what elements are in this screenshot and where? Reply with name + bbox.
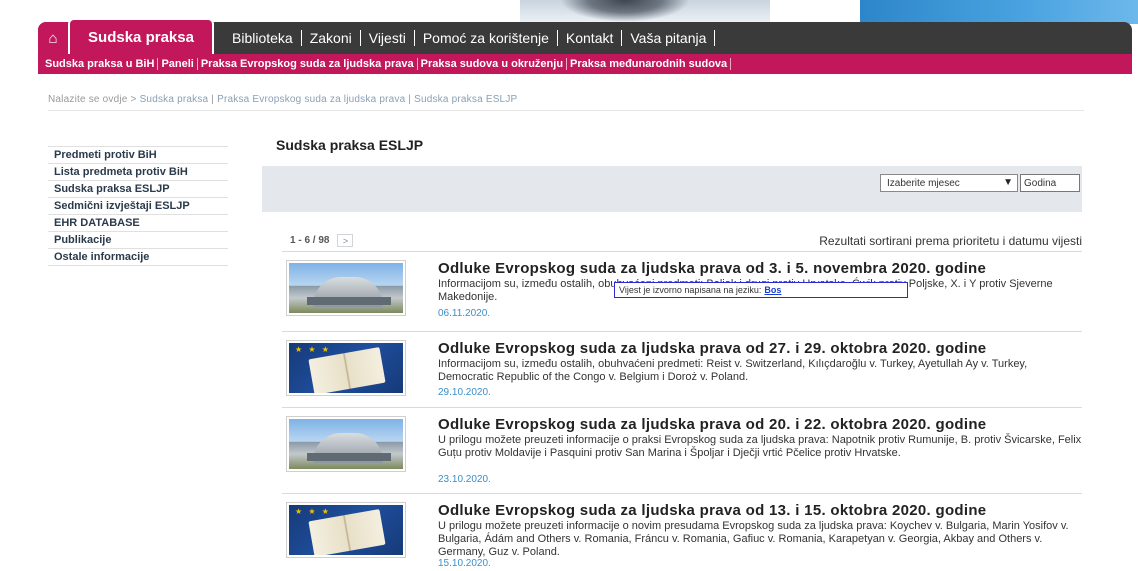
news-date[interactable]: 29.10.2020.: [438, 387, 491, 398]
court-building-image: [289, 419, 403, 469]
news-body: Informacijom su, između ostalih, obuhvać…: [438, 358, 1028, 383]
home-icon[interactable]: ⌂: [38, 22, 68, 54]
sidebar-item-sedmicni-izvjestaji[interactable]: Sedmični izvještaji ESLJP: [48, 198, 228, 215]
pager-range: 1 - 6 / 98: [290, 235, 330, 246]
news-thumbnail[interactable]: [286, 340, 406, 396]
sidebar: Predmeti protiv BiH Lista predmeta proti…: [48, 146, 228, 266]
month-select-label: Izaberite mjesec: [887, 177, 960, 189]
news-body: U prilogu možete preuzeti informacije o …: [438, 520, 1069, 558]
breadcrumb-separator: |: [405, 94, 415, 105]
main-nav: ⌂ Sudska praksa Biblioteka Zakoni Vijest…: [38, 18, 1132, 54]
open-book-image: [289, 505, 403, 555]
breadcrumb-link-praksa-evropskog-suda[interactable]: Praksa Evropskog suda za ljudska prava: [217, 94, 405, 105]
breadcrumb: Nalazite se ovdje > Sudska praksa | Prak…: [48, 94, 517, 105]
chevron-down-icon: ▼: [1003, 177, 1013, 188]
pager: 1 - 6 / 98 >: [290, 234, 354, 247]
sidebar-item-ostale-informacije[interactable]: Ostale informacije: [48, 249, 228, 266]
year-input[interactable]: Godina: [1020, 174, 1080, 192]
sidebar-item-sudska-praksa-esljp[interactable]: Sudska praksa ESLJP: [48, 181, 228, 198]
news-title[interactable]: Odluke Evropskog suda za ljudska prava o…: [438, 502, 986, 519]
month-select[interactable]: Izaberite mjesec ▼: [880, 174, 1018, 192]
news-title[interactable]: Odluke Evropskog suda za ljudska prava o…: [438, 260, 986, 277]
news-item: Odluke Evropskog suda za ljudska prava o…: [282, 408, 1082, 494]
breadcrumb-separator: |: [208, 94, 218, 105]
news-thumbnail[interactable]: [286, 502, 406, 558]
subnav-item-praksa-medjunarodnih-sudova[interactable]: Praksa međunarodnih sudova: [567, 58, 732, 70]
subnav-item-sudska-praksa-bih[interactable]: Sudska praksa u BiH: [42, 58, 159, 70]
breadcrumb-prefix: Nalazite se ovdje >: [48, 94, 140, 105]
tooltip-language-link[interactable]: Bos: [764, 285, 781, 295]
news-title[interactable]: Odluke Evropskog suda za ljudska prava o…: [438, 416, 986, 433]
court-building-image: [289, 263, 403, 313]
news-item: Odluke Evropskog suda za ljudska prava o…: [282, 332, 1082, 408]
subnav-item-praksa-evropskog-suda[interactable]: Praksa Evropskog suda za ljudska prava: [198, 58, 418, 70]
subnav-item-praksa-sudova-okruzenje[interactable]: Praksa sudova u okruženju: [418, 58, 568, 70]
news-thumbnail[interactable]: [286, 416, 406, 472]
language-tooltip: Vijest je izvorno napisana na jeziku: Bo…: [614, 282, 908, 298]
banner-gradient: [860, 0, 1138, 24]
pager-next-button[interactable]: >: [337, 234, 354, 247]
news-thumbnail[interactable]: [286, 260, 406, 316]
breadcrumb-link-sudska-praksa[interactable]: Sudska praksa: [140, 94, 209, 105]
sidebar-item-ehr-database[interactable]: EHR DATABASE: [48, 215, 228, 232]
news-date[interactable]: 23.10.2020.: [438, 474, 491, 485]
news-date[interactable]: 15.10.2020.: [438, 558, 491, 569]
sidebar-item-lista-predmeta[interactable]: Lista predmeta protiv BiH: [48, 164, 228, 181]
sort-note: Rezultati sortirani prema prioritetu i d…: [819, 234, 1082, 248]
tab-sudska-praksa[interactable]: Sudska praksa: [68, 18, 214, 54]
nav-item-pomoc[interactable]: Pomoć za korištenje: [415, 30, 558, 46]
news-item: Odluke Evropskog suda za ljudska prava o…: [282, 494, 1082, 571]
sub-nav: Sudska praksa u BiH Paneli Praksa Evrops…: [38, 54, 1132, 74]
news-date[interactable]: 06.11.2020.: [438, 308, 490, 319]
breadcrumb-link-sudska-praksa-esljp[interactable]: Sudska praksa ESLJP: [414, 94, 517, 105]
banner-image: [520, 0, 770, 24]
news-title[interactable]: Odluke Evropskog suda za ljudska prava o…: [438, 340, 986, 357]
breadcrumb-divider: [48, 110, 1084, 111]
nav-item-kontakt[interactable]: Kontakt: [558, 30, 623, 46]
navigation: ⌂ Sudska praksa Biblioteka Zakoni Vijest…: [38, 18, 1132, 74]
main-nav-items: Biblioteka Zakoni Vijesti Pomoć za koriš…: [224, 22, 716, 54]
sidebar-item-publikacije[interactable]: Publikacije: [48, 232, 228, 249]
nav-item-vijesti[interactable]: Vijesti: [361, 30, 415, 46]
page-title: Sudska praksa ESLJP: [276, 137, 424, 153]
open-book-image: [289, 343, 403, 393]
nav-item-biblioteka[interactable]: Biblioteka: [224, 30, 302, 46]
subnav-item-paneli[interactable]: Paneli: [158, 58, 198, 70]
sidebar-item-predmeti-protiv-bih[interactable]: Predmeti protiv BiH: [48, 147, 228, 164]
news-body: U prilogu možete preuzeti informacije o …: [438, 434, 1082, 459]
tooltip-text: Vijest je izvorno napisana na jeziku:: [619, 285, 762, 295]
nav-item-zakoni[interactable]: Zakoni: [302, 30, 361, 46]
nav-item-vasa-pitanja[interactable]: Vaša pitanja: [622, 30, 716, 46]
